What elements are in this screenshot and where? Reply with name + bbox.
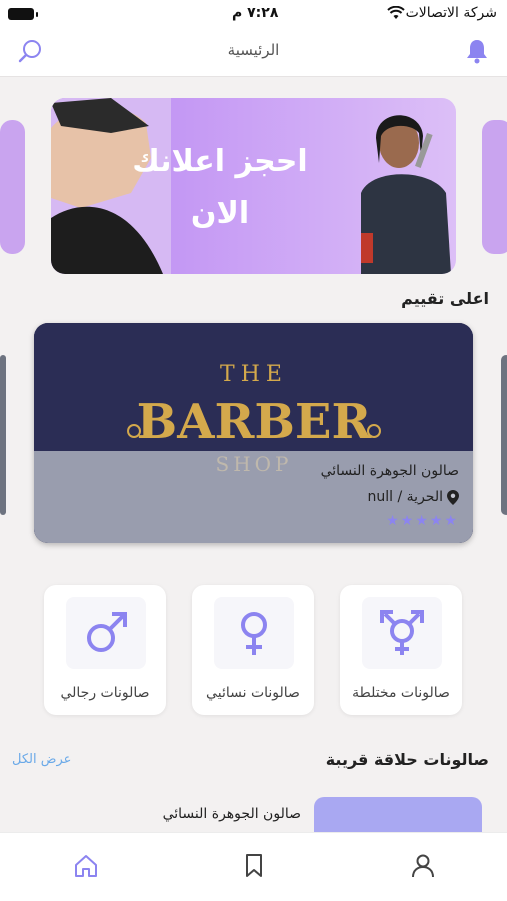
carrier-name: شركة الاتصالات bbox=[405, 5, 497, 21]
salon-card-next[interactable] bbox=[501, 355, 507, 515]
profile-icon[interactable] bbox=[410, 853, 436, 879]
app-header: الرئيسية bbox=[0, 30, 507, 77]
salon-name: صالون الجوهرة النسائي bbox=[320, 463, 459, 479]
page-title: الرئيسية bbox=[227, 41, 280, 59]
ad-text: احجز اعلانك الان bbox=[115, 136, 325, 240]
category-mixed[interactable]: صالونات مختلطة bbox=[340, 585, 462, 715]
category-icon-box bbox=[362, 597, 442, 669]
ad-line-1: احجز اعلانك bbox=[132, 144, 308, 179]
female-icon bbox=[241, 612, 267, 655]
ad-banner-next[interactable] bbox=[482, 120, 507, 254]
battery-icon bbox=[8, 8, 38, 20]
category-icon-box bbox=[214, 597, 294, 669]
status-time: ٧:٢٨ م bbox=[232, 5, 279, 21]
barber-woman-image bbox=[361, 115, 451, 274]
nearby-title: صالونات حلاقة قريبة bbox=[325, 750, 489, 769]
ad-banner-prev[interactable] bbox=[0, 120, 25, 254]
star-icon: ★ bbox=[400, 513, 416, 529]
salon-location: الحرية / null bbox=[368, 489, 459, 505]
salon-card-prev[interactable] bbox=[0, 355, 6, 515]
male-icon bbox=[87, 612, 127, 652]
bookmark-icon[interactable] bbox=[243, 853, 265, 879]
top-rated-title: اعلى تقييم bbox=[401, 289, 489, 308]
location-pin-icon bbox=[447, 489, 459, 505]
ad-banner[interactable]: احجز اعلانك الان bbox=[51, 98, 456, 274]
top-rated-salon-card[interactable]: THE BARBER SHOP صالون الجوهرة النسائي ال… bbox=[34, 323, 473, 543]
home-icon[interactable] bbox=[73, 853, 99, 879]
bell-icon[interactable] bbox=[465, 38, 489, 64]
star-icon: ★ bbox=[386, 513, 401, 529]
category-label: صالونات مختلطة bbox=[352, 685, 450, 701]
ad-line-2: الان bbox=[190, 196, 250, 231]
star-icon: ★ bbox=[415, 513, 430, 529]
status-bar: ٧:٢٨ م شركة الاتصالات bbox=[0, 0, 507, 30]
svg-text:THE: THE bbox=[220, 362, 288, 387]
transgender-icon bbox=[380, 610, 424, 655]
star-icon: ★ bbox=[444, 513, 459, 529]
category-icon-box bbox=[66, 597, 146, 669]
nearby-salon-image[interactable] bbox=[314, 797, 482, 837]
category-women[interactable]: صالونات نسائيي bbox=[192, 585, 314, 715]
svg-text:BARBER: BARBER bbox=[137, 394, 373, 450]
nearby-salon-name[interactable]: صالون الجوهرة النسائي bbox=[163, 806, 301, 822]
salon-rating-stars: ★★★★★ bbox=[386, 513, 459, 529]
category-label: صالونات رجالي bbox=[60, 685, 150, 701]
bottom-navigation bbox=[0, 832, 507, 901]
see-all-link[interactable]: عرض الكل bbox=[12, 752, 71, 767]
category-men[interactable]: صالونات رجالي bbox=[44, 585, 166, 715]
star-icon: ★ bbox=[429, 513, 445, 529]
category-label: صالونات نسائيي bbox=[206, 685, 300, 701]
salon-info-overlay: صالون الجوهرة النسائي الحرية / null ★★★★… bbox=[34, 451, 473, 543]
wifi-icon bbox=[387, 6, 405, 19]
salon-location-text: الحرية / null bbox=[367, 489, 443, 505]
